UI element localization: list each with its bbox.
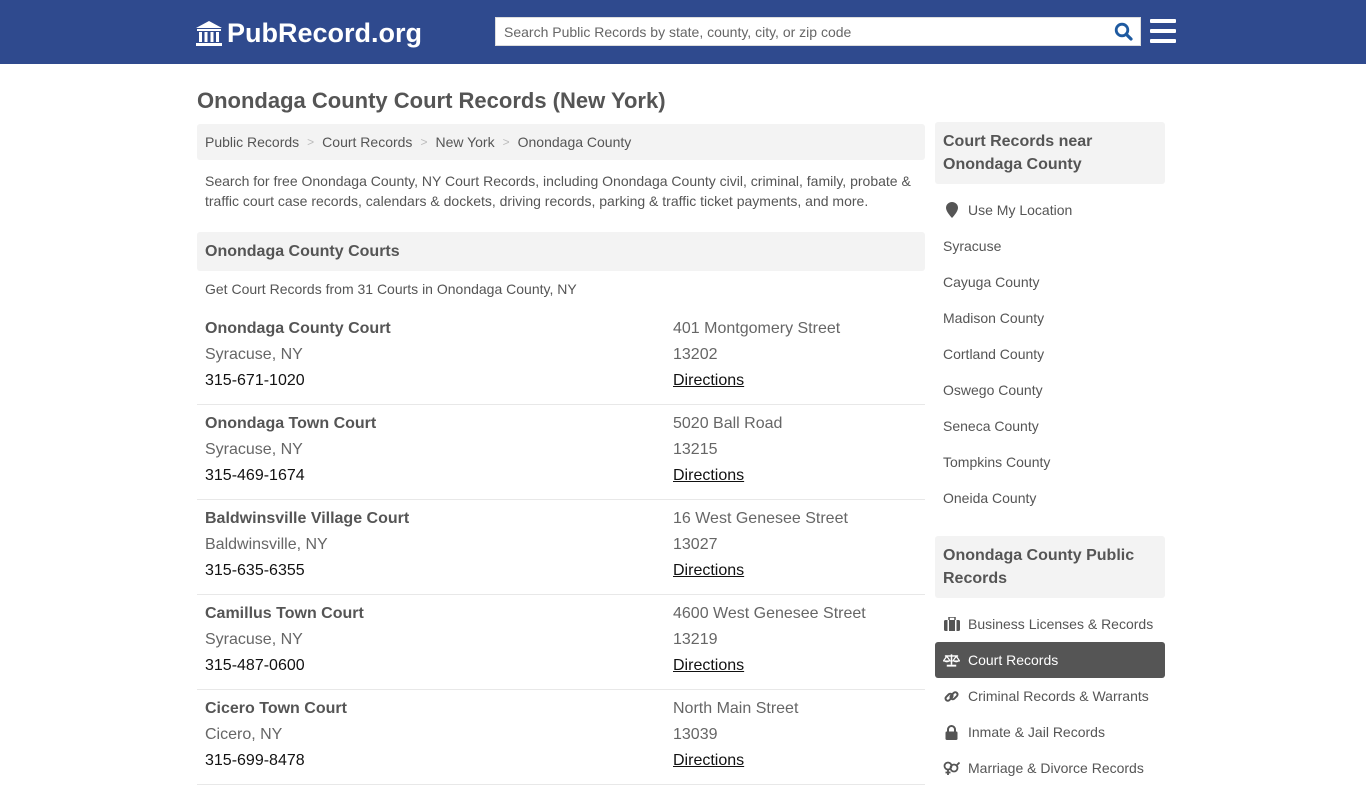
directions-link[interactable]: Directions xyxy=(673,657,744,674)
court-item: Cicero Town Court Cicero, NY 315-699-847… xyxy=(197,690,925,785)
breadcrumb: Public Records > Court Records > New Yor… xyxy=(197,124,925,160)
nearby-link[interactable]: Oswego County xyxy=(935,372,1165,408)
court-name[interactable]: Onondaga County Court xyxy=(205,320,391,346)
breadcrumb-public-records[interactable]: Public Records xyxy=(205,134,299,150)
link-icon xyxy=(943,689,960,704)
sidebar-item-inmate-records[interactable]: Inmate & Jail Records xyxy=(935,714,1165,750)
court-zip: 13039 xyxy=(673,726,718,743)
nearby-link[interactable]: Tompkins County xyxy=(935,444,1165,480)
sidebar-item-label: Criminal Records & Warrants xyxy=(968,688,1149,704)
hamburger-menu-icon[interactable] xyxy=(1150,19,1176,43)
breadcrumb-new-york[interactable]: New York xyxy=(435,134,494,150)
court-phone[interactable]: 315-469-1674 xyxy=(205,467,376,493)
use-my-location-link[interactable]: Use My Location xyxy=(935,192,1165,228)
court-city: Syracuse, NY xyxy=(205,346,303,363)
search-input[interactable] xyxy=(496,18,1106,45)
court-name[interactable]: Camillus Town Court xyxy=(205,605,364,631)
lock-icon xyxy=(943,724,960,740)
court-name[interactable]: Cicero Town Court xyxy=(205,700,347,726)
breadcrumb-court-records[interactable]: Court Records xyxy=(322,134,412,150)
court-item: Camillus Town Court Syracuse, NY 315-487… xyxy=(197,595,925,690)
court-phone[interactable]: 315-635-6355 xyxy=(205,562,409,588)
court-address: 16 West Genesee Street xyxy=(673,510,848,527)
court-address: 401 Montgomery Street xyxy=(673,320,841,337)
balance-scale-icon xyxy=(943,653,960,667)
sidebar-item-label: Inmate & Jail Records xyxy=(968,724,1105,740)
site-logo[interactable]: PubRecord.org xyxy=(195,18,422,49)
directions-link[interactable]: Directions xyxy=(673,562,744,579)
search-box xyxy=(495,17,1141,46)
court-item: Baldwinsville Village Court Baldwinsvill… xyxy=(197,500,925,595)
section-title: Onondaga County Courts xyxy=(197,232,925,271)
directions-link[interactable]: Directions xyxy=(673,467,744,484)
court-item: Onondaga Town Court Syracuse, NY 315-469… xyxy=(197,405,925,500)
sidebar-item-criminal-records[interactable]: Criminal Records & Warrants xyxy=(935,678,1165,714)
intro-text: Search for free Onondaga County, NY Cour… xyxy=(205,173,911,209)
sidebar-item-label: Business Licenses & Records xyxy=(968,616,1154,632)
top-navbar: PubRecord.org xyxy=(0,0,1366,64)
briefcase-icon xyxy=(943,617,960,631)
sidebar-item-label: Marriage & Divorce Records xyxy=(968,760,1144,776)
court-item: Onondaga County Court Syracuse, NY 315-6… xyxy=(197,310,925,405)
court-zip: 13027 xyxy=(673,536,718,553)
page-title: Onondaga County Court Records (New York) xyxy=(197,88,666,113)
nearby-link[interactable]: Syracuse xyxy=(935,228,1165,264)
sidebar-item-marriage-records[interactable]: Marriage & Divorce Records xyxy=(935,750,1165,786)
nearby-link[interactable]: Oneida County xyxy=(935,480,1165,516)
venus-mars-icon xyxy=(943,761,960,775)
court-name[interactable]: Onondaga Town Court xyxy=(205,415,376,441)
section-subtitle: Get Court Records from 31 Courts in Onon… xyxy=(205,281,577,297)
map-marker-icon xyxy=(943,202,960,218)
court-phone[interactable]: 315-671-1020 xyxy=(205,372,391,398)
logo-text: PubRecord.org xyxy=(227,18,423,48)
breadcrumb-onondaga-county[interactable]: Onondaga County xyxy=(518,134,632,150)
court-list: Onondaga County Court Syracuse, NY 315-6… xyxy=(197,310,925,785)
court-phone[interactable]: 315-487-0600 xyxy=(205,657,364,683)
court-zip: 13202 xyxy=(673,346,718,363)
court-name[interactable]: Baldwinsville Village Court xyxy=(205,510,409,536)
public-records-list: Business Licenses & Records Court Record… xyxy=(935,598,1165,786)
court-address: 4600 West Genesee Street xyxy=(673,605,866,622)
public-records-heading: Onondaga County Public Records xyxy=(935,536,1165,598)
breadcrumb-separator: > xyxy=(420,135,428,149)
directions-link[interactable]: Directions xyxy=(673,752,744,769)
sidebar-item-label: Court Records xyxy=(968,652,1059,668)
nearby-link[interactable]: Cortland County xyxy=(935,336,1165,372)
courthouse-icon xyxy=(196,20,222,46)
search-button[interactable] xyxy=(1106,18,1140,45)
court-zip: 13219 xyxy=(673,631,718,648)
breadcrumb-separator: > xyxy=(307,135,315,149)
breadcrumb-separator: > xyxy=(502,135,510,149)
nearby-list: Use My Location Syracuse Cayuga County M… xyxy=(935,184,1165,516)
use-my-location-label: Use My Location xyxy=(968,202,1073,218)
nearby-link[interactable]: Madison County xyxy=(935,300,1165,336)
sidebar-item-court-records[interactable]: Court Records xyxy=(935,642,1165,678)
court-city: Syracuse, NY xyxy=(205,631,303,648)
court-zip: 13215 xyxy=(673,441,718,458)
sidebar-item-business-licenses[interactable]: Business Licenses & Records xyxy=(935,606,1165,642)
nearby-link[interactable]: Cayuga County xyxy=(935,264,1165,300)
nearby-heading: Court Records near Onondaga County xyxy=(935,122,1165,184)
court-city: Cicero, NY xyxy=(205,726,283,743)
court-address: 5020 Ball Road xyxy=(673,415,783,432)
sidebar: Court Records near Onondaga County Use M… xyxy=(935,122,1165,786)
court-address: North Main Street xyxy=(673,700,799,717)
court-city: Baldwinsville, NY xyxy=(205,536,328,553)
court-phone[interactable]: 315-699-8478 xyxy=(205,752,347,778)
nearby-link[interactable]: Seneca County xyxy=(935,408,1165,444)
court-city: Syracuse, NY xyxy=(205,441,303,458)
search-icon xyxy=(1114,22,1133,41)
directions-link[interactable]: Directions xyxy=(673,372,744,389)
